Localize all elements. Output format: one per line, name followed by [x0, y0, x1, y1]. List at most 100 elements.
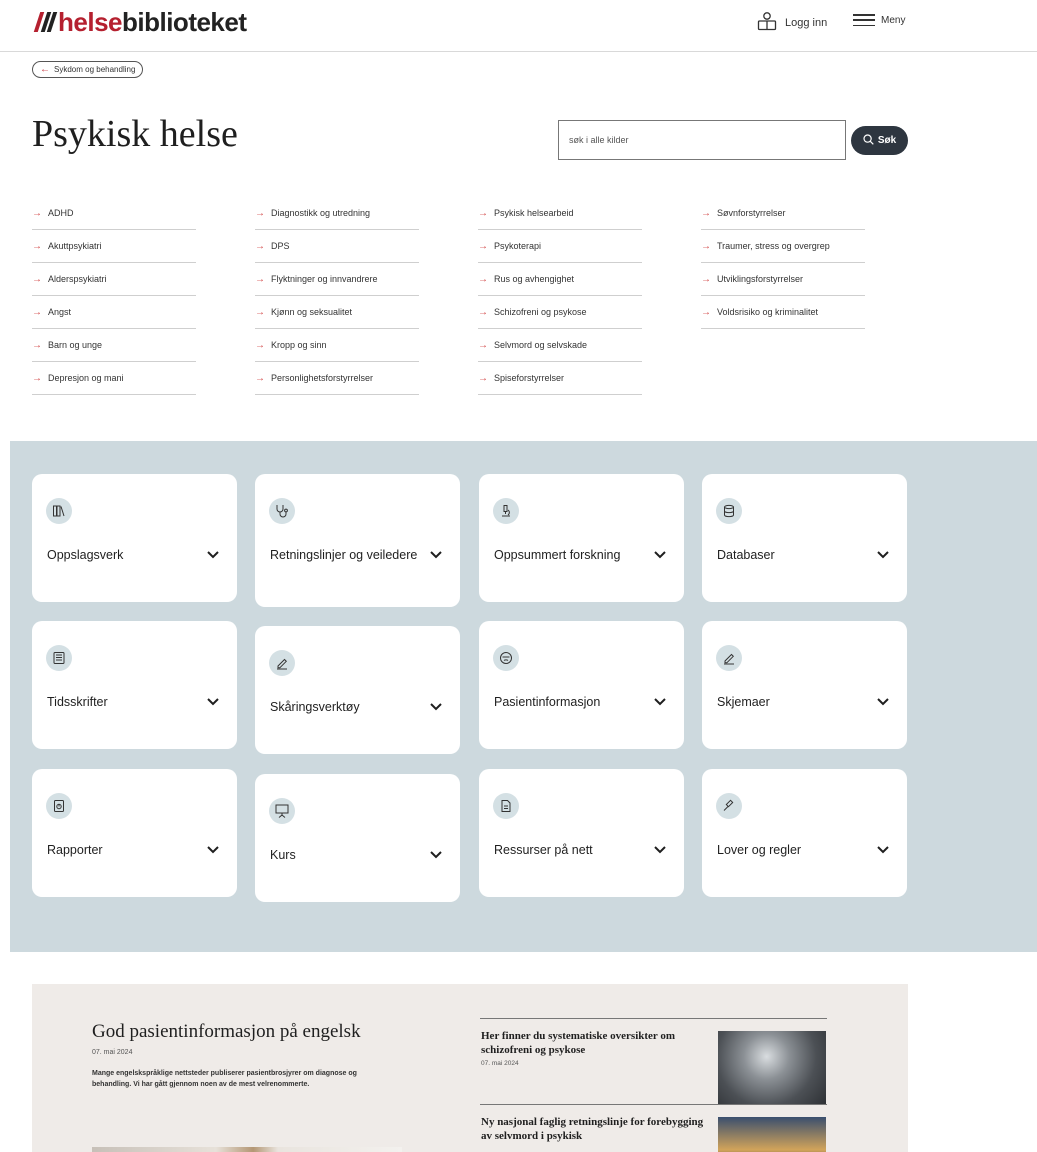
- search-input[interactable]: [558, 120, 846, 160]
- breadcrumb-label: Sykdom og behandling: [54, 65, 136, 74]
- chevron-down-icon[interactable]: [652, 843, 668, 855]
- news-main-image[interactable]: [92, 1147, 402, 1152]
- database-icon: [716, 498, 742, 524]
- login-icon: [756, 11, 778, 34]
- news-main-title[interactable]: God pasientinformasjon på engelsk: [92, 1021, 361, 1043]
- arrow-right-icon: →: [478, 207, 488, 219]
- chevron-down-icon[interactable]: [875, 695, 891, 707]
- document-icon: [493, 793, 519, 819]
- news-item-title[interactable]: Ny nasjonal faglig retningslinje for for…: [481, 1115, 711, 1143]
- news-item-title[interactable]: Her finner du systematiske oversikter om…: [481, 1029, 711, 1057]
- category-card[interactable]: Retningslinjer og veiledere: [255, 474, 460, 607]
- chevron-down-icon[interactable]: [428, 848, 444, 860]
- arrow-right-icon: →: [701, 306, 711, 318]
- topic-link[interactable]: → Traumer, stress og overgrep: [701, 230, 865, 263]
- books-icon: [46, 498, 72, 524]
- arrow-right-icon: →: [32, 207, 42, 219]
- chevron-down-icon[interactable]: [205, 695, 221, 707]
- topic-link-label: Angst: [48, 307, 72, 317]
- topic-link[interactable]: → Personlighetsforstyrrelser: [255, 362, 419, 395]
- chevron-down-icon[interactable]: [652, 695, 668, 707]
- search-button-label: Søk: [877, 135, 897, 146]
- resource-categories: Oppslagsverk Retningslinjer og veiledere O…: [10, 441, 1037, 952]
- site-logo[interactable]: helsebiblioteket: [33, 6, 247, 37]
- category-card[interactable]: Oppsummert forskning: [479, 474, 684, 602]
- gavel-icon: [716, 793, 742, 819]
- chevron-down-icon[interactable]: [428, 700, 444, 712]
- arrow-right-icon: →: [478, 339, 488, 351]
- topic-link[interactable]: → Voldsrisiko og kriminalitet: [701, 296, 865, 329]
- login-button[interactable]: Logg inn: [756, 11, 827, 34]
- topic-link[interactable]: → Psykoterapi: [478, 230, 642, 263]
- category-card-label: Databaser: [717, 548, 775, 562]
- topic-link[interactable]: → ADHD: [32, 197, 196, 230]
- pen-icon: [716, 645, 742, 671]
- topic-link[interactable]: → Alderspsykiatri: [32, 263, 196, 296]
- topic-link[interactable]: → Psykisk helsearbeid: [478, 197, 642, 230]
- chevron-down-icon[interactable]: [205, 548, 221, 560]
- report-icon: [46, 793, 72, 819]
- topic-link[interactable]: → Kropp og sinn: [255, 329, 419, 362]
- news-item[interactable]: Ny nasjonal faglig retningslinje for for…: [480, 1104, 827, 1152]
- chevron-down-icon[interactable]: [652, 548, 668, 560]
- topic-link[interactable]: → Kjønn og seksualitet: [255, 296, 419, 329]
- category-card[interactable]: Ressurser på nett: [479, 769, 684, 897]
- breadcrumb-back-button[interactable]: ← Sykdom og behandling: [32, 61, 144, 78]
- category-card[interactable]: Kurs: [255, 774, 460, 902]
- topic-link-label: Spiseforstyrrelser: [494, 373, 565, 383]
- login-label: Logg inn: [785, 16, 828, 29]
- search-icon: [863, 133, 874, 148]
- category-card[interactable]: Lover og regler: [702, 769, 907, 897]
- topic-column: → Diagnostikk og utredning → DPS → Flyktninge…: [255, 197, 419, 395]
- category-card-label: Oppsummert forskning: [494, 548, 621, 562]
- topic-link[interactable]: → Akuttpsykiatri: [32, 230, 196, 263]
- topic-column: → ADHD → Akuttpsykiatri → Alderspsykiatri → Ang…: [32, 197, 196, 395]
- topic-link[interactable]: → Selvmord og selvskade: [478, 329, 642, 362]
- pen-icon: [269, 650, 295, 676]
- topic-link[interactable]: → DPS: [255, 230, 419, 263]
- topic-link[interactable]: → Rus og avhengighet: [478, 263, 642, 296]
- search-button[interactable]: Søk: [851, 126, 908, 155]
- topic-link[interactable]: → Schizofreni og psykose: [478, 296, 642, 329]
- chevron-down-icon[interactable]: [875, 548, 891, 560]
- category-card[interactable]: Rapporter: [32, 769, 237, 897]
- topic-link-label: Barn og unge: [48, 340, 103, 350]
- page-title: Psykisk helse: [32, 113, 238, 155]
- logo-text-red: helse: [58, 6, 123, 37]
- topic-link[interactable]: → Barn og unge: [32, 329, 196, 362]
- category-card[interactable]: Skåringsverktøy: [255, 626, 460, 754]
- news-main-date: 07. mai 2024: [92, 1049, 133, 1056]
- news-section: God pasientinformasjon på engelsk 07. ma…: [32, 984, 908, 1152]
- category-card[interactable]: Tidsskrifter: [32, 621, 237, 749]
- topic-link-label: Personlighetsforstyrrelser: [271, 373, 374, 383]
- topic-link[interactable]: → Depresjon og mani: [32, 362, 196, 395]
- topic-list: → ADHD → Akuttpsykiatri → Alderspsykiatri → Ang…: [32, 197, 865, 395]
- arrow-left-icon: ←: [40, 64, 50, 75]
- topic-link[interactable]: → Søvnforstyrrelser: [701, 197, 865, 230]
- chevron-down-icon[interactable]: [428, 548, 444, 560]
- topic-link-label: Diagnostikk og utredning: [271, 208, 371, 218]
- topic-link-label: Rus og avhengighet: [494, 274, 575, 284]
- chevron-down-icon[interactable]: [875, 843, 891, 855]
- category-card[interactable]: Skjemaer: [702, 621, 907, 749]
- menu-button[interactable]: Meny: [853, 14, 905, 26]
- topic-link[interactable]: → Spiseforstyrrelser: [478, 362, 642, 395]
- news-item-image[interactable]: [718, 1031, 826, 1104]
- topic-link[interactable]: → Flyktninger og innvandrere: [255, 263, 419, 296]
- category-card-label: Rapporter: [47, 843, 103, 857]
- topic-link[interactable]: → Utviklingsforstyrrelser: [701, 263, 865, 296]
- menu-label: Meny: [881, 14, 906, 26]
- topic-link-label: Utviklingsforstyrrelser: [717, 274, 804, 284]
- category-card[interactable]: Oppslagsverk: [32, 474, 237, 602]
- arrow-right-icon: →: [478, 306, 488, 318]
- category-card[interactable]: Databaser: [702, 474, 907, 602]
- news-item-image[interactable]: [718, 1117, 826, 1152]
- news-item[interactable]: Her finner du systematiske oversikter om…: [480, 1018, 827, 1104]
- site-header: helsebiblioteket Logg inn Meny: [0, 0, 1037, 52]
- topic-column: → Psykisk helsearbeid → Psykoterapi → Rus og …: [478, 197, 642, 395]
- chevron-down-icon[interactable]: [205, 843, 221, 855]
- category-card-label: Tidsskrifter: [47, 695, 108, 709]
- category-card[interactable]: Pasientinformasjon: [479, 621, 684, 749]
- topic-link[interactable]: → Diagnostikk og utredning: [255, 197, 419, 230]
- topic-link[interactable]: → Angst: [32, 296, 196, 329]
